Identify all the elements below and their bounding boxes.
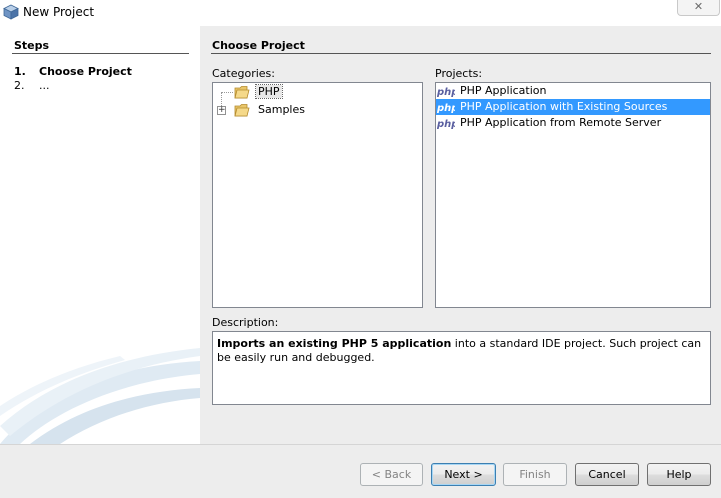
step-number: 2. bbox=[14, 79, 25, 92]
footer-divider bbox=[0, 444, 721, 445]
page-title: Choose Project bbox=[212, 39, 305, 52]
categories-label: Categories: bbox=[212, 67, 275, 80]
list-item-label: PHP Application bbox=[460, 84, 547, 97]
tree-item-label: PHP bbox=[255, 84, 283, 99]
decorative-swoosh-graphic bbox=[0, 348, 200, 444]
tree-item-php[interactable]: PHP bbox=[213, 83, 422, 110]
svg-text:php: php bbox=[437, 119, 455, 130]
list-item-php-application[interactable]: php PHP Application bbox=[436, 83, 710, 99]
list-item-php-existing-sources[interactable]: php PHP Application with Existing Source… bbox=[436, 99, 710, 115]
steps-title: Steps bbox=[14, 39, 50, 52]
folder-icon bbox=[234, 86, 250, 99]
description-box: Imports an existing PHP 5 application in… bbox=[212, 331, 711, 405]
step-item-2: 2.... bbox=[14, 79, 50, 92]
cancel-button[interactable]: Cancel bbox=[575, 463, 639, 486]
step-label: ... bbox=[39, 79, 50, 92]
svg-text:php: php bbox=[437, 87, 455, 98]
back-button[interactable]: < Back bbox=[360, 463, 423, 486]
php-icon: php bbox=[437, 87, 455, 98]
categories-tree[interactable]: PHP + Samples bbox=[212, 82, 423, 308]
plus-expander-icon[interactable]: + bbox=[217, 106, 226, 115]
tree-item-label: Samples bbox=[258, 103, 305, 116]
projects-list[interactable]: php PHP Application php PHP Application … bbox=[435, 82, 711, 308]
step-number: 1. bbox=[14, 65, 26, 78]
close-window-button[interactable]: ✕ bbox=[677, 0, 720, 16]
tree-item-samples[interactable]: + Samples bbox=[213, 101, 422, 119]
window-title: New Project bbox=[23, 5, 95, 19]
step-item-1: 1. Choose Project bbox=[14, 65, 132, 78]
step-label: Choose Project bbox=[39, 65, 132, 78]
netbeans-cube-icon bbox=[3, 4, 19, 20]
close-icon: ✕ bbox=[693, 0, 704, 13]
tree-connector bbox=[221, 92, 233, 93]
list-item-label: PHP Application with Existing Sources bbox=[460, 100, 668, 113]
php-icon: php bbox=[437, 119, 455, 130]
finish-button[interactable]: Finish bbox=[503, 463, 567, 486]
folder-icon bbox=[234, 104, 250, 117]
next-button[interactable]: Next > bbox=[431, 463, 496, 486]
help-button[interactable]: Help bbox=[647, 463, 711, 486]
php-icon: php bbox=[437, 103, 455, 114]
dialog-client-area: Steps 1. Choose Project 2.... Choose Proj… bbox=[0, 26, 721, 498]
projects-label: Projects: bbox=[435, 67, 483, 80]
steps-panel: Steps 1. Choose Project 2.... bbox=[0, 26, 200, 444]
list-item-php-remote-server[interactable]: php PHP Application from Remote Server bbox=[436, 115, 710, 131]
title-divider bbox=[211, 53, 711, 54]
description-bold-text: Imports an existing PHP 5 application bbox=[217, 337, 452, 350]
list-item-label: PHP Application from Remote Server bbox=[460, 116, 662, 129]
steps-divider bbox=[12, 53, 189, 54]
description-label: Description: bbox=[212, 316, 279, 329]
title-bar: New Project ✕ bbox=[0, 0, 721, 26]
svg-text:php: php bbox=[437, 103, 455, 114]
